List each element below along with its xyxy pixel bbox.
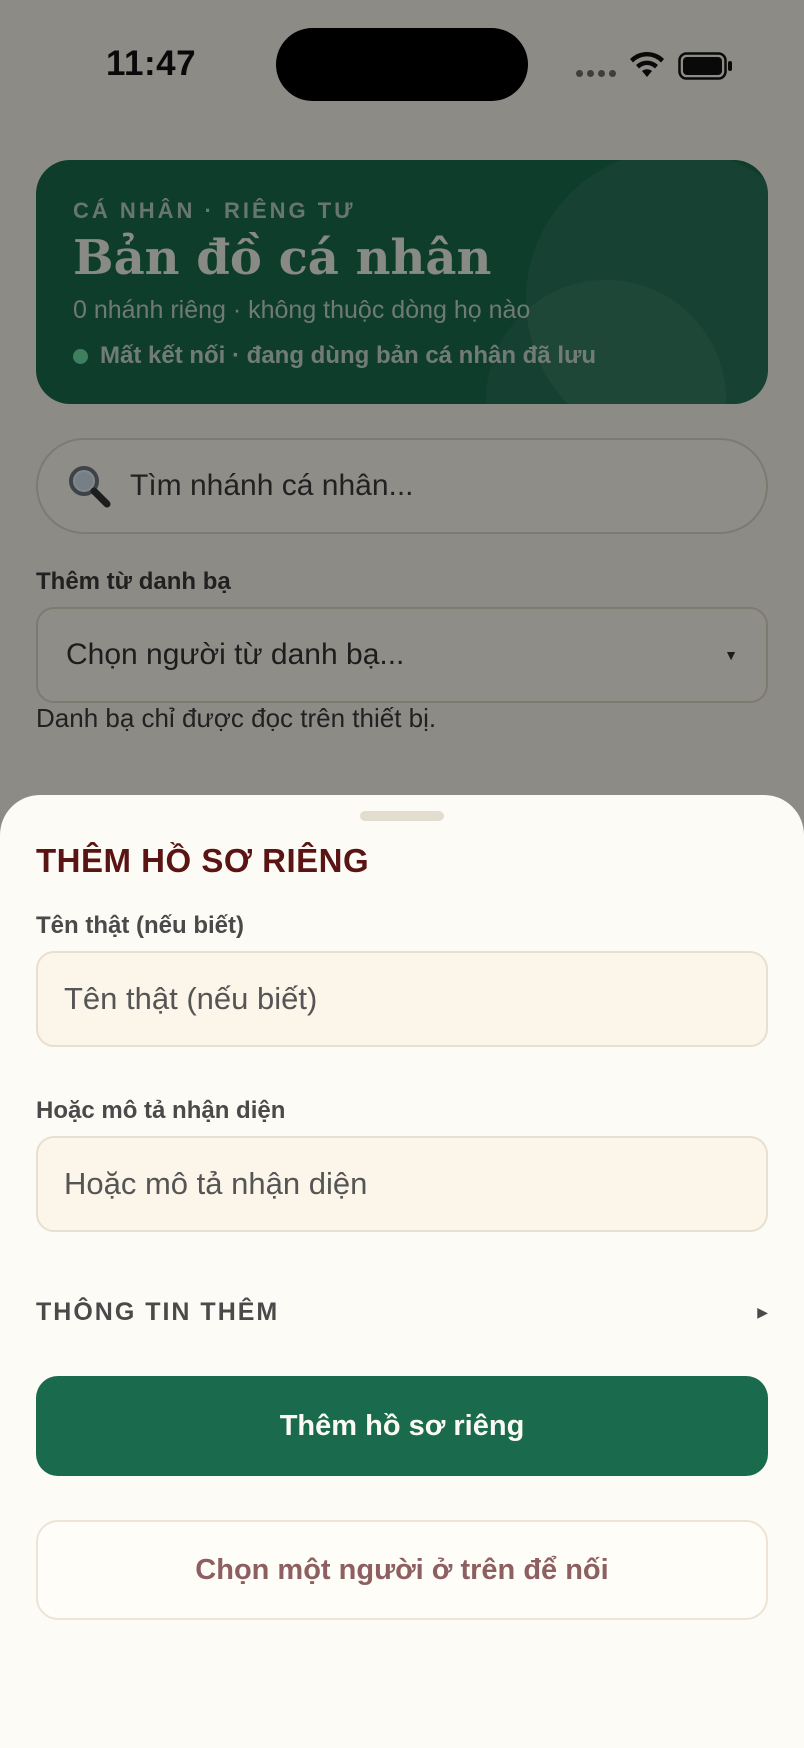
description-label: Hoặc mô tả nhận diện [36,1097,286,1124]
add-profile-button[interactable]: Thêm hồ sơ riêng [36,1376,768,1476]
sheet-title: THÊM HỒ SƠ RIÊNG [36,842,370,879]
description-field[interactable] [36,1136,768,1232]
more-info-toggle[interactable]: THÔNG TIN THÊM ▶ [36,1290,768,1334]
real-name-field[interactable] [36,951,768,1047]
link-person-button[interactable]: Chọn một người ở trên để nối [36,1520,768,1620]
sheet-grabber[interactable] [360,811,444,821]
chevron-right-icon: ▶ [757,1303,768,1320]
more-info-label: THÔNG TIN THÊM [36,1297,280,1326]
real-name-label: Tên thật (nếu biết) [36,912,244,939]
